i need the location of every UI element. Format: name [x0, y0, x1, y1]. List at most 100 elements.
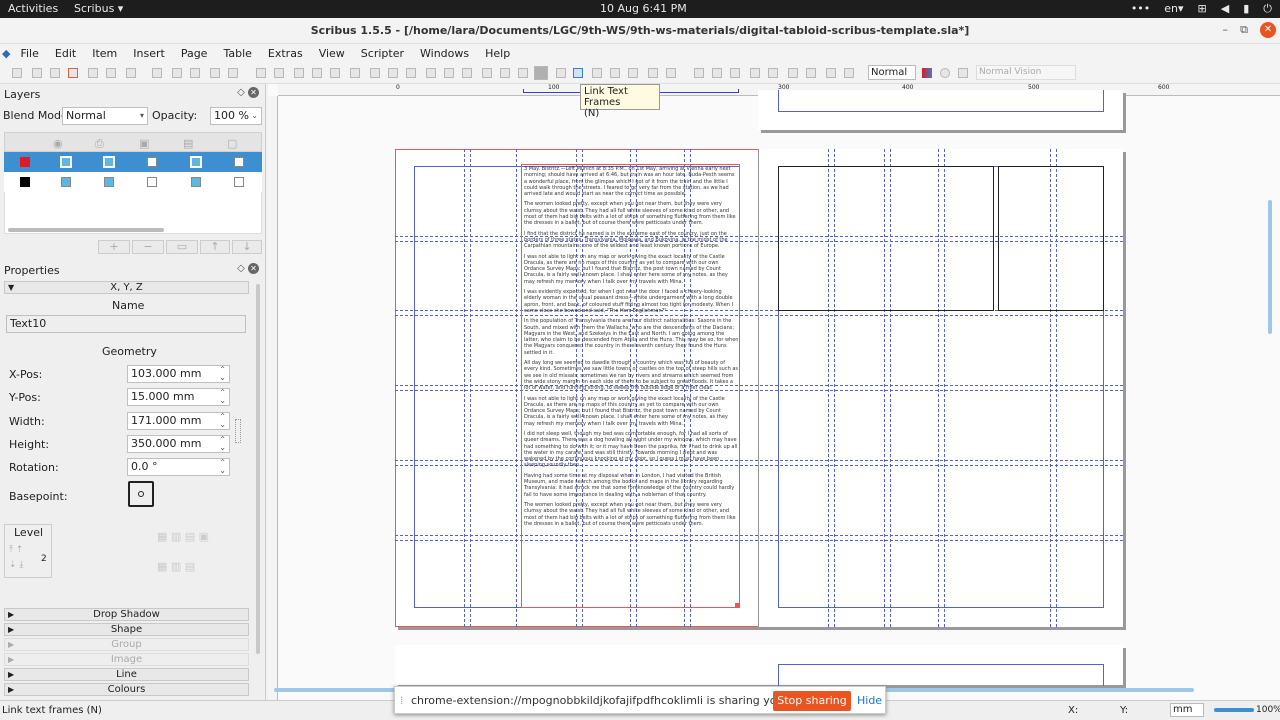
flow-checkbox[interactable] — [191, 177, 201, 187]
image-frame-icon[interactable] — [294, 68, 304, 78]
spinner-icon[interactable]: ⌃ ⌄ — [219, 389, 226, 405]
pdf-combo-box-icon[interactable] — [750, 68, 760, 78]
activities-button[interactable]: Activities — [8, 2, 58, 15]
add-layer-button[interactable]: + — [98, 240, 130, 254]
new-document-icon[interactable] — [12, 68, 22, 78]
flip-h-icon[interactable]: ▦ ▥ ▤ ▣ — [157, 530, 209, 543]
spinner-icon[interactable]: ⌃ ⌄ — [219, 413, 226, 429]
flow-checkbox[interactable] — [190, 156, 202, 168]
menu-extras[interactable]: Extras — [260, 47, 311, 60]
vertical-scrollbar[interactable] — [1268, 200, 1272, 334]
layers-scrollbar[interactable] — [8, 228, 164, 232]
edit-contents-icon[interactable] — [534, 66, 548, 80]
menu-file[interactable]: File — [12, 47, 46, 60]
layer-color-swatch[interactable] — [20, 157, 30, 167]
mode-select[interactable]: Normal — [868, 65, 916, 80]
pdf-text-field-icon[interactable] — [712, 68, 722, 78]
measurements-icon[interactable] — [610, 68, 620, 78]
edit-text-icon[interactable] — [556, 68, 566, 78]
shape-icon[interactable] — [350, 68, 360, 78]
basepoint-selector-icon[interactable] — [128, 481, 154, 507]
flip-v-icon[interactable]: ▦ ▥ ▤ — [157, 560, 195, 573]
vertical-ruler[interactable] — [268, 96, 278, 700]
eyedropper-icon[interactable] — [648, 68, 658, 78]
properties-scrollbar[interactable] — [256, 284, 260, 654]
preview-mode-icon[interactable] — [922, 68, 932, 78]
raise-layer-button[interactable]: ↑ — [200, 240, 230, 254]
redo-icon[interactable] — [172, 68, 182, 78]
lower-to-bottom-icon[interactable]: ⇣ ⤓ — [9, 560, 23, 570]
link-text-frames-icon[interactable] — [573, 68, 583, 78]
text-annotation-icon[interactable] — [788, 68, 798, 78]
paste-icon[interactable] — [228, 68, 238, 78]
menu-table[interactable]: Table — [215, 47, 259, 60]
unit-select[interactable]: mm — [1170, 703, 1204, 717]
blend-mode-select[interactable]: Normal ▾ — [62, 107, 148, 125]
eye-icon[interactable] — [940, 68, 950, 78]
maximize-icon[interactable]: ⧉ — [1240, 23, 1248, 37]
visible-checkbox[interactable] — [60, 156, 72, 168]
rotate-icon[interactable] — [500, 68, 510, 78]
text-frame[interactable]: 3 May. Bistritz.—Left Munich at 8:35 P.M… — [524, 166, 739, 606]
drag-handle-icon[interactable]: ⁞ — [400, 694, 404, 707]
layer-row[interactable] — [4, 152, 262, 172]
menu-insert[interactable]: Insert — [125, 47, 173, 60]
hide-button[interactable]: Hide — [857, 694, 882, 707]
ypos-field[interactable]: 15.000 mm ⌃ ⌄ — [127, 388, 230, 406]
menu-page[interactable]: Page — [173, 47, 216, 60]
layer-color-swatch[interactable] — [20, 177, 30, 187]
duplicate-layer-button[interactable]: ▭ — [166, 240, 198, 254]
width-field[interactable]: 171.000 mm ⌃ ⌄ — [127, 412, 230, 430]
drop-shadow-section[interactable]: ▶ Drop Shadow — [4, 608, 249, 621]
layer-row[interactable] — [4, 172, 262, 192]
export-pdf-icon[interactable] — [126, 68, 136, 78]
print-icon[interactable] — [88, 68, 98, 78]
lock-checkbox[interactable] — [147, 177, 157, 187]
menu-help[interactable]: Help — [477, 47, 518, 60]
network-icon[interactable]: ⊞ — [1198, 2, 1207, 16]
menu-view[interactable]: View — [311, 47, 353, 60]
spinner-icon[interactable]: ⌃ ⌄ — [219, 366, 226, 382]
close-doc-icon[interactable] — [68, 68, 78, 78]
select-icon[interactable] — [256, 68, 266, 78]
link-icon[interactable] — [826, 68, 836, 78]
name-field[interactable]: Text10 — [6, 315, 246, 333]
shape-section[interactable]: ▶ Shape — [4, 623, 249, 636]
lower-layer-button[interactable]: ↓ — [232, 240, 262, 254]
annotation-icon[interactable] — [844, 68, 854, 78]
image-frame[interactable] — [778, 166, 994, 311]
calligraphic-icon[interactable] — [482, 68, 492, 78]
outline-checkbox[interactable] — [234, 157, 244, 167]
menu-item[interactable]: Item — [84, 47, 125, 60]
height-field[interactable]: 350.000 mm ⌃ ⌄ — [127, 435, 230, 453]
copy-icon[interactable] — [210, 68, 220, 78]
spinner-icon[interactable]: ⌃ ⌄ — [219, 436, 226, 452]
language-selector[interactable]: en▾ — [1164, 2, 1183, 16]
link-annotation-icon[interactable] — [806, 68, 816, 78]
xyz-section-header[interactable]: ▼ X, Y, Z — [4, 281, 249, 294]
more-icon[interactable]: ••• — [1131, 2, 1150, 16]
table-edit-icon[interactable] — [666, 68, 676, 78]
pdf-list-box-icon[interactable] — [768, 68, 778, 78]
line-section[interactable]: ▶ Line — [4, 668, 249, 681]
zoom-icon[interactable] — [518, 68, 528, 78]
unlink-text-frames-icon[interactable] — [592, 68, 602, 78]
vision-select[interactable]: Normal Vision — [976, 65, 1076, 80]
menu-edit[interactable]: Edit — [47, 47, 84, 60]
print-checkbox[interactable] — [103, 156, 115, 168]
undo-icon[interactable] — [152, 68, 162, 78]
power-icon[interactable]: ⏻ — [1263, 2, 1272, 16]
colours-section[interactable]: ▶ Colours — [4, 683, 249, 696]
xpos-field[interactable]: 103.000 mm ⌃ ⌄ — [127, 365, 230, 383]
arc-icon[interactable] — [388, 68, 398, 78]
minimize-icon[interactable]: – — [1223, 23, 1229, 36]
volume-icon[interactable]: ◀ — [1221, 2, 1229, 16]
zoom-slider[interactable] — [1214, 708, 1254, 712]
raise-to-top-icon[interactable]: ⤒ ⇡ — [9, 545, 23, 555]
print-checkbox[interactable] — [104, 177, 114, 187]
dock-float-icon[interactable]: ◇ ✕ — [237, 263, 259, 274]
cut-icon[interactable] — [190, 68, 200, 78]
close-window-button[interactable]: ✕ — [1260, 22, 1276, 38]
spinner-icon[interactable]: ⌄ — [251, 112, 258, 120]
remove-layer-button[interactable]: − — [132, 240, 164, 254]
